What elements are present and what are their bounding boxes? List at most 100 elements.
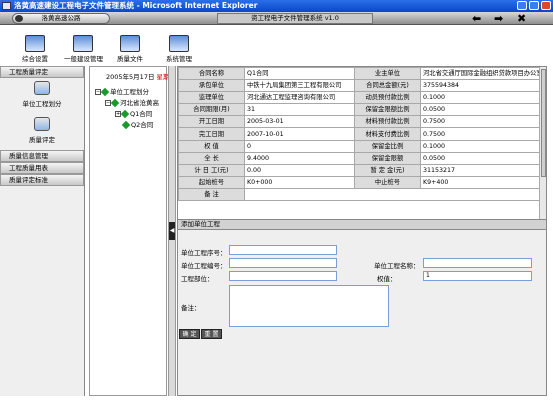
info-label: 动员预付款比例 [354,91,421,105]
toolbar-settings-label: 综合设置 [22,55,48,63]
exit-icon[interactable]: ✖ [517,12,526,25]
minimize-button[interactable] [517,1,527,10]
code-input[interactable] [229,258,337,268]
toolbar-system-label: 系统管理 [166,55,192,63]
diamond-icon [110,98,120,108]
document-icon [120,35,140,52]
info-value: 0.0500 [420,103,546,117]
diamond-icon [120,109,130,119]
tree-node-project[interactable]: − 河北省沧黄高 [105,97,159,108]
info-value: K9+400 [420,175,546,189]
back-arrow-icon[interactable]: ⬅ [472,12,481,25]
info-value: 0 [244,139,355,153]
logo-icon [15,15,23,22]
tree-root-label: 单位工程划分 [110,88,149,96]
info-label: 材料支付费比例 [354,127,421,141]
info-label: 完工日期 [178,127,245,141]
panel-splitter[interactable]: ◀ [168,66,176,396]
info-label: 保留金比例 [354,139,421,153]
info-label: 权 值 [178,139,245,153]
info-value: 河北省交通厅国际金融组织贷款项目办公室 [420,67,546,81]
info-label: 承包单位 [178,79,245,93]
info-label: 合同总金额(元) [354,79,421,93]
ie-icon [2,2,11,10]
info-value: 0.1000 [420,139,546,153]
seq-label: 单位工程序号： [181,249,227,257]
current-date: 2005年5月17日 星期 [106,71,170,81]
toolbar-construction[interactable]: 一般建设管理 [64,35,103,63]
weight-input[interactable]: 1 [423,271,532,281]
name-label: 单位工程名称： [374,262,420,270]
info-label: 保留金限额比例 [354,103,421,117]
part-label: 工程部位： [181,275,214,283]
info-value: 0.7500 [420,127,546,141]
system-title: 资工程电子文件管理系统 v1.0 [217,13,373,24]
tree-node-contract-q1[interactable]: + Q1合同 [115,108,153,119]
seq-input[interactable] [229,245,337,255]
info-value: 0.00 [244,163,355,177]
confirm-button[interactable]: 确 定 [179,329,200,339]
toolbar-quality-files-label: 质量文件 [117,55,143,63]
info-label: 暂 定 金(元) [354,163,421,177]
nav-quality-eval[interactable]: 质量评定 [0,114,84,150]
info-label: 材料预付款比例 [354,115,421,129]
unit-division-icon [34,81,50,95]
info-label: 中止桩号 [354,175,421,189]
code-label: 单位工程编号： [181,262,227,270]
part-input[interactable] [229,271,337,281]
info-value: 0.1000 [420,91,546,105]
company-badge: 洛黄高速公路 [12,13,110,24]
info-value: 0.0500 [420,151,546,165]
tree-contract-label: Q1合同 [130,110,153,118]
info-row: 备 注 [178,187,546,202]
info-value: Q1合同 [244,67,355,81]
vertical-scrollbar[interactable] [539,67,546,219]
info-row: 计 日 工(元) 0.00 暂 定 金(元) 31153217 [178,163,546,177]
tree-node-root[interactable]: − 单位工程划分 [95,86,149,97]
info-label: 业主单位 [354,67,421,81]
maximize-button[interactable] [529,1,539,10]
weight-label: 权值： [377,275,397,283]
nav-section-quality-eval[interactable]: 工程质量评定 [0,66,84,78]
info-label: 备 注 [178,187,245,202]
nav-unit-division[interactable]: 单位工程划分 [0,78,84,114]
info-label: 合同名称 [178,67,245,81]
reset-button[interactable]: 重 置 [201,329,222,339]
form-buttons: 确 定 重 置 [179,329,223,339]
info-row: 合同期限(月) 31 保留金限额比例 0.0500 [178,103,546,117]
info-value [244,187,546,202]
window-title: 洛黄高速建设工程电子文件管理系统 - Microsoft Internet Ex… [14,1,258,10]
remark-textarea[interactable] [229,285,389,327]
info-row: 开工日期 2005-03-01 材料预付款比例 0.7500 [178,115,546,129]
info-value: 9.4000 [244,151,355,165]
nav-eval-standard[interactable]: 质量评定标准 [0,174,84,186]
people-icon [73,35,93,52]
add-unit-form: 单位工程序号： 单位工程编号： 单位工程名称： 工程部位： 权值： 1 备注： … [178,230,546,395]
computer-icon [169,35,189,52]
tree-node-contract-q2[interactable]: Q2合同 [121,119,153,130]
nav-info-mgmt[interactable]: 质量信息管理 [0,150,84,162]
info-label: 全 长 [178,151,245,165]
date-text: 2005年5月17日 [106,73,155,81]
nav-unit-division-label: 单位工程划分 [22,100,62,108]
info-label: 监理单位 [178,91,245,105]
info-label: 合同期限(月) [178,103,245,117]
info-value: 375594384 [420,79,546,93]
collapse-left-icon[interactable]: ◀ [169,222,175,240]
form-title: 添加单位工程 [178,219,546,230]
info-value: K0+000 [244,175,355,189]
info-value: 河北通达工程监理咨询有限公司 [244,91,355,105]
close-window-button[interactable] [541,1,551,10]
toolbar-system[interactable]: 系统管理 [160,35,198,63]
info-row: 权 值 0 保留金比例 0.1000 [178,139,546,153]
scrollbar-thumb[interactable] [541,69,546,177]
window-title-bar: 洛黄高速建设工程电子文件管理系统 - Microsoft Internet Ex… [0,0,553,12]
remark-label: 备注： [181,304,201,312]
nav-quality-form[interactable]: 工程质量用表 [0,162,84,174]
toolbar-settings[interactable]: 综合设置 [16,35,54,63]
name-input[interactable] [423,258,532,268]
tree-project-label: 河北省沧黄高 [120,99,159,107]
forward-arrow-icon[interactable]: ➡ [494,12,503,25]
toolbar-quality-files[interactable]: 质量文件 [111,35,149,63]
info-value: 31153217 [420,163,546,177]
